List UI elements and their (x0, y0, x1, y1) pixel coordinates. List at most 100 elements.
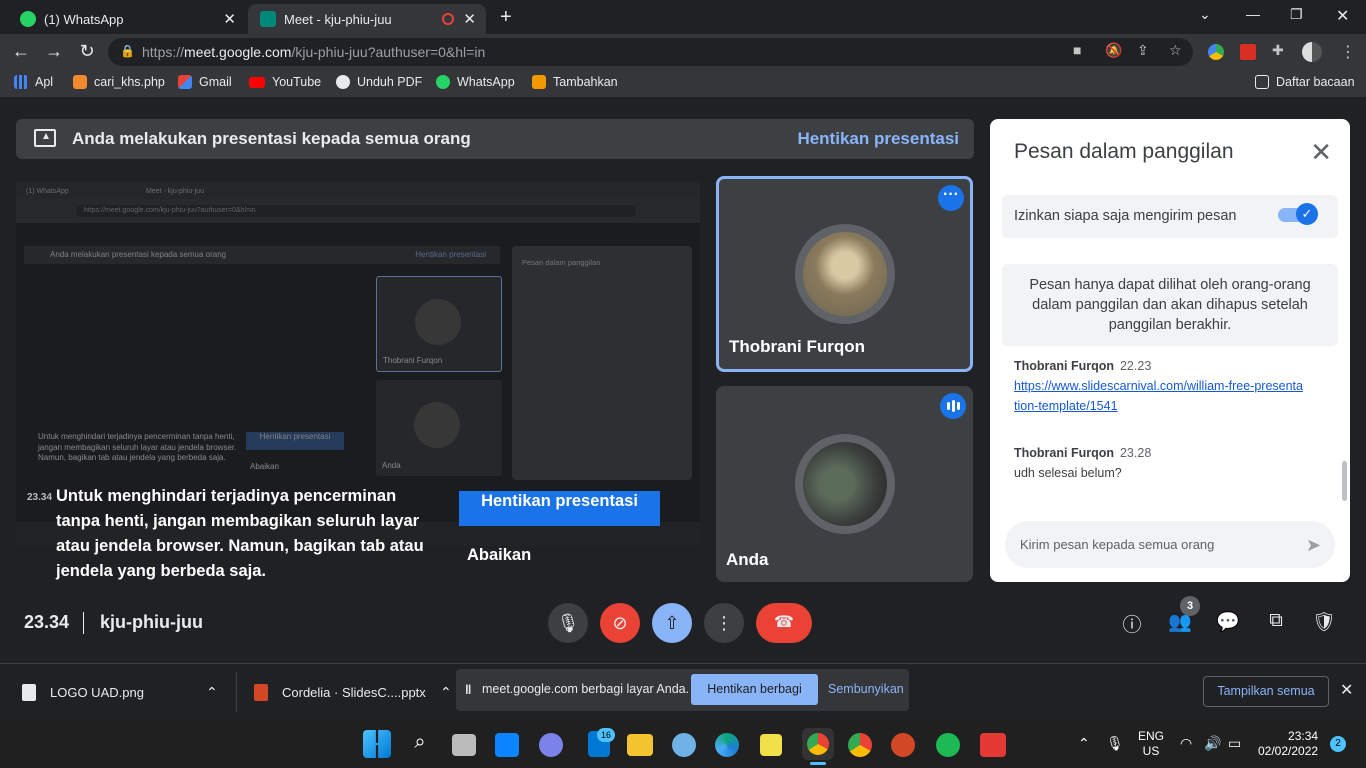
bookmark-tambahkan[interactable]: Tambahkan (532, 75, 618, 89)
spotify-icon[interactable] (936, 733, 960, 757)
chevron-up-icon[interactable]: ⌃ (206, 684, 218, 701)
reading-list[interactable]: Daftar bacaan (1255, 75, 1355, 89)
extension-icon[interactable] (1208, 44, 1224, 60)
end-call-button[interactable]: ☎ (756, 603, 812, 643)
new-tab-button[interactable]: + (500, 6, 512, 29)
wps-office-icon[interactable] (980, 733, 1006, 757)
chat-icon[interactable]: 💬 (1215, 610, 1241, 634)
message-sender: Thobrani Furqon 23.28 (1014, 446, 1151, 460)
bookmark-youtube[interactable]: YouTube (249, 75, 321, 89)
task-view-icon[interactable] (452, 734, 476, 756)
allow-messages-toggle[interactable]: ✓ (1278, 203, 1318, 225)
tray-chevron-icon[interactable]: ⌃ (1078, 735, 1090, 752)
message-link[interactable]: https://www.slidescarnival.com/william-f… (1014, 379, 1303, 413)
extensions-puzzle-icon[interactable]: ✚ (1272, 42, 1284, 59)
reload-icon[interactable]: ↻ (76, 41, 98, 62)
drag-handle-icon[interactable]: ‖ (465, 682, 471, 697)
bookmark-apps[interactable]: Apl (14, 75, 53, 89)
meeting-info-icon[interactable]: ⓘ (1119, 610, 1145, 637)
bookmark-star-icon[interactable]: ☆ (1169, 42, 1182, 59)
chat-message-input[interactable]: Kirim pesan kepada semua orang ➤ (1005, 521, 1335, 568)
url-path: /kju-phiu-juu?authuser=0&hl=in (291, 44, 486, 60)
microphone-icon: 🎙 (556, 613, 580, 633)
download-item[interactable]: Cordelia · SlidesC....pptx (254, 684, 426, 701)
microphone-tray-icon[interactable]: 🎙 (1106, 735, 1124, 752)
widgets-icon[interactable] (495, 733, 519, 757)
app-icon[interactable] (672, 733, 696, 757)
powerpoint-icon[interactable] (891, 733, 915, 757)
preview-banner: Anda melakukan presentasi kepada semua o… (24, 246, 500, 264)
tab-meet[interactable]: Meet - kju-phiu-juu ✕ (248, 4, 486, 34)
clock-time: 23:34 (1288, 729, 1319, 743)
bookmark-gmail[interactable]: Gmail (178, 75, 232, 89)
participant-tile-thobrani[interactable]: ··· Thobrani Furqon (716, 176, 973, 372)
avatar-ring (795, 434, 895, 534)
download-item[interactable]: LOGO UAD.png (22, 684, 144, 701)
whatsapp-icon (20, 11, 36, 27)
tab-search-icon[interactable]: ⌄ (1199, 6, 1211, 23)
stop-presenting-button[interactable]: Hentikan presentasi (459, 491, 660, 526)
menu-icon[interactable]: ⋮ (1340, 42, 1356, 62)
bookmark-whatsapp[interactable]: WhatsApp (436, 75, 515, 89)
stop-sharing-button[interactable]: Hentikan berbagi (691, 674, 818, 705)
volume-icon[interactable]: 🔊 (1204, 735, 1221, 752)
camera-icon[interactable]: ■ (1073, 42, 1081, 58)
preview-banner-text: Anda melakukan presentasi kepada semua o… (50, 250, 227, 259)
ignore-button[interactable]: Abaikan (467, 546, 531, 565)
chrome-meet-active-icon[interactable] (802, 728, 834, 760)
notification-badge[interactable]: 2 (1330, 736, 1346, 752)
chevron-up-icon[interactable]: ⌃ (440, 684, 452, 701)
presenting-banner: Anda melakukan presentasi kepada semua o… (16, 119, 974, 159)
system-clock[interactable]: 23:34 02/02/2022 (1258, 729, 1318, 759)
minimize-icon[interactable]: — (1246, 6, 1260, 22)
camera-off-button[interactable]: ⊘ (600, 603, 640, 643)
sticky-notes-icon[interactable] (760, 734, 782, 756)
clock-date: 02/02/2022 (1258, 744, 1319, 758)
hide-button[interactable]: Sembunyikan (828, 682, 904, 696)
language-indicator[interactable]: ENG US (1138, 729, 1164, 759)
file-explorer-icon[interactable] (627, 734, 653, 756)
meet-icon (260, 11, 276, 27)
tab-title: (1) WhatsApp (44, 11, 124, 27)
close-tab-icon[interactable]: ✕ (223, 10, 236, 28)
bookmark-cari-khs[interactable]: cari_khs.php (73, 75, 165, 89)
notifications-blocked-icon[interactable]: 🔕 (1105, 42, 1122, 59)
youtube-icon (249, 76, 265, 88)
bookmark-unduh-pdf[interactable]: Unduh PDF (336, 75, 422, 89)
close-downloads-icon[interactable]: ✕ (1340, 680, 1353, 700)
edge-icon[interactable] (715, 733, 739, 757)
avatar (803, 442, 887, 526)
battery-icon[interactable]: ▭ (1228, 735, 1241, 752)
chat-scrollbar[interactable] (1342, 461, 1347, 501)
profile-avatar[interactable] (1302, 42, 1322, 62)
wifi-icon[interactable]: ◠ (1180, 735, 1192, 752)
share-icon[interactable]: ⇪ (1137, 42, 1149, 59)
forward-icon[interactable]: → (43, 41, 65, 62)
more-options-button[interactable]: ⋮ (704, 603, 744, 643)
tab-whatsapp[interactable]: (1) WhatsApp ✕ (8, 4, 246, 34)
stop-presenting-link[interactable]: Hentikan presentasi (797, 129, 959, 149)
present-button[interactable]: ⇧ (652, 603, 692, 643)
close-window-icon[interactable]: ✕ (1336, 6, 1349, 26)
show-all-button[interactable]: Tampilkan semua (1203, 676, 1329, 707)
recording-icon (442, 13, 454, 25)
search-icon[interactable]: ⌕ (406, 731, 434, 754)
host-controls-icon[interactable]: 🛡 (1311, 610, 1337, 634)
address-bar[interactable]: 🔒 https://meet.google.com/kju-phiu-juu?a… (108, 38, 1193, 66)
close-tab-icon[interactable]: ✕ (463, 10, 476, 28)
teams-chat-icon[interactable] (539, 733, 563, 757)
url-prefix: https:// (142, 44, 185, 60)
avatar (803, 232, 887, 316)
more-options-icon[interactable]: ··· (938, 185, 964, 211)
bookmark-label: Apl (35, 75, 54, 89)
extension-red-icon[interactable] (1240, 44, 1256, 60)
restore-icon[interactable]: ❐ (1290, 6, 1303, 23)
send-icon[interactable]: ➤ (1306, 535, 1321, 556)
back-icon[interactable]: ← (10, 41, 32, 62)
participant-tile-self[interactable]: Anda (716, 386, 973, 582)
message-body: udh selesai belum? (1014, 466, 1122, 480)
activities-icon[interactable]: ⧉ (1263, 610, 1289, 632)
microphone-button[interactable]: 🎙 (548, 603, 588, 643)
chrome-icon[interactable] (848, 733, 872, 757)
close-icon[interactable]: ✕ (1310, 137, 1332, 168)
